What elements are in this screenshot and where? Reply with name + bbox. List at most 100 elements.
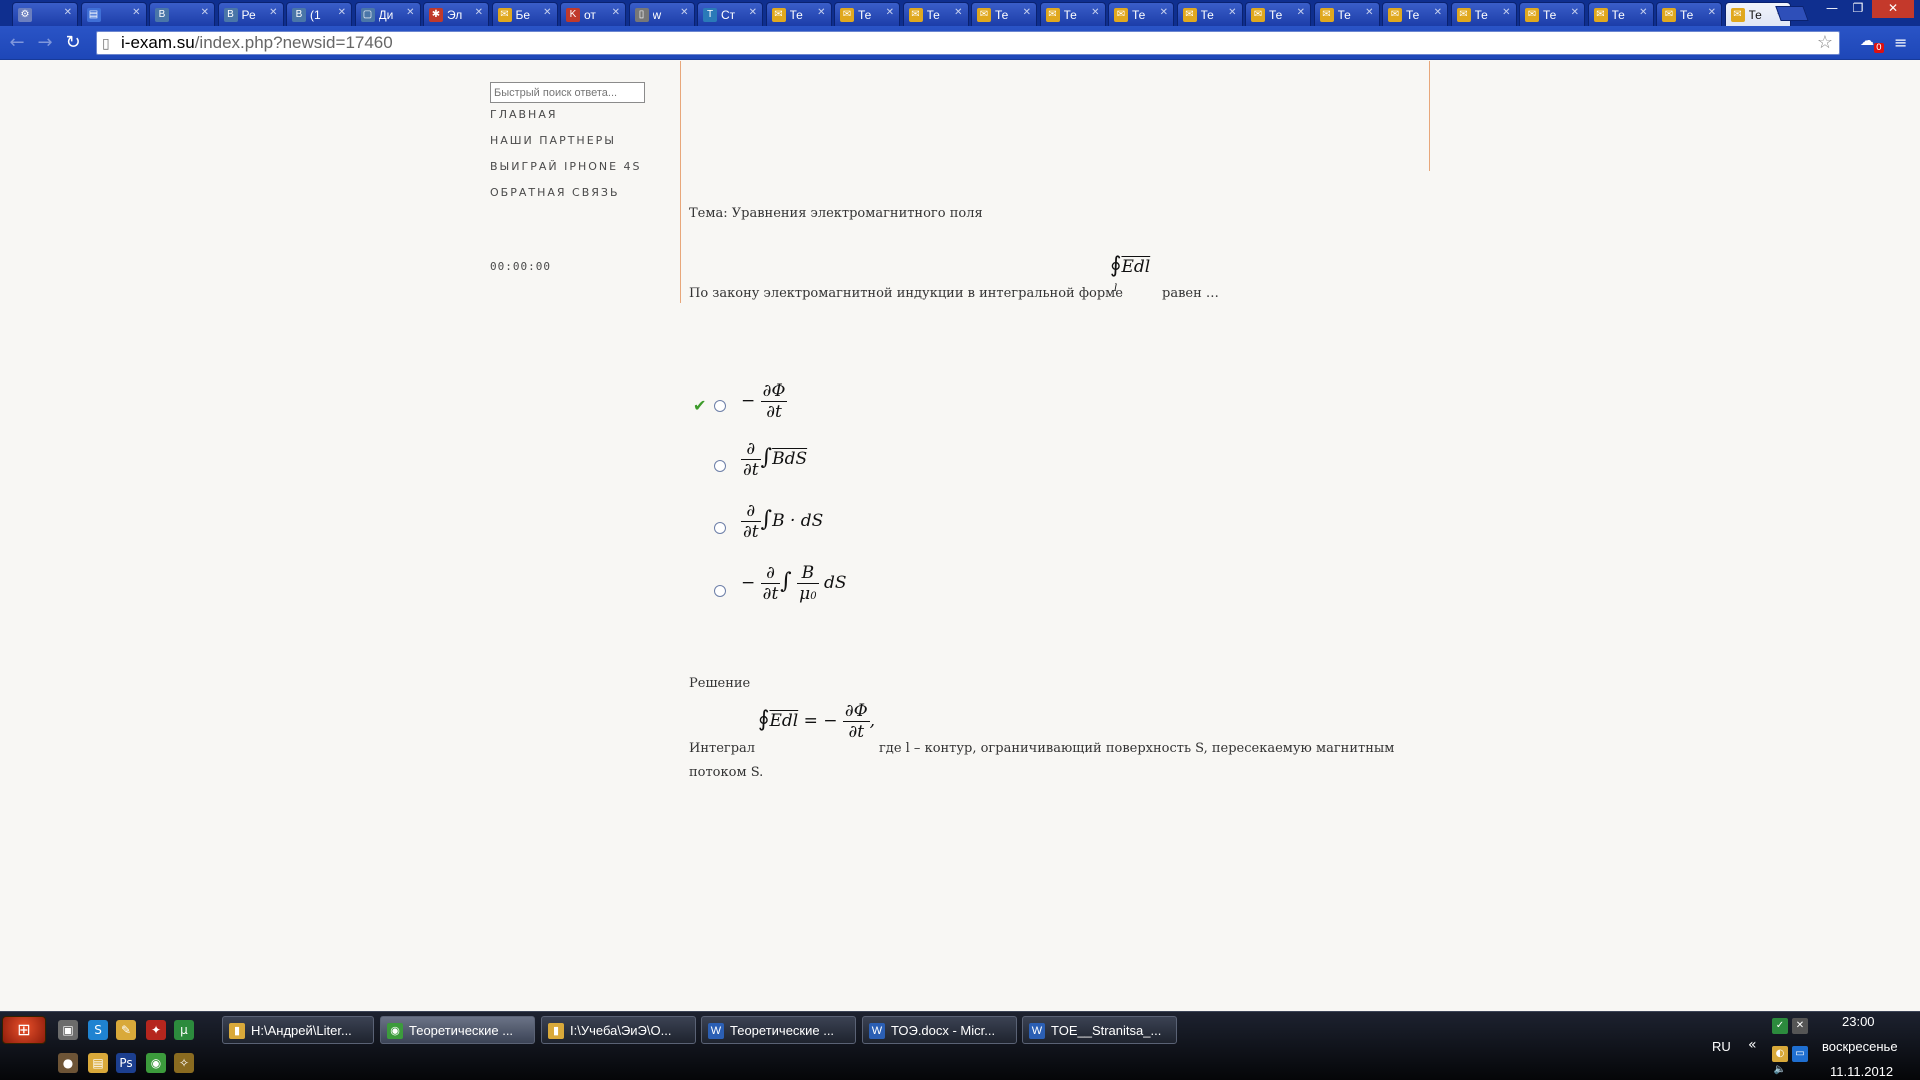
browser-tab[interactable]: ✉Те✕ (1382, 2, 1448, 26)
task-button-5[interactable]: W ТОЭ.docx - Micr... (862, 1016, 1017, 1044)
tab-close-icon[interactable]: ✕ (1571, 7, 1579, 18)
tray-tools-icon[interactable]: ✕ (1792, 1018, 1808, 1034)
close-window-icon[interactable]: ✕ (1872, 0, 1914, 18)
language-indicator[interactable]: RU (1712, 1039, 1731, 1054)
browser-tab[interactable]: ✉Те✕ (1656, 2, 1722, 26)
tab-close-icon[interactable]: ✕ (1708, 7, 1716, 18)
tab-close-icon[interactable]: ✕ (338, 7, 346, 18)
address-bar[interactable]: ▯ i-exam.su/index.php?newsid=17460 ☆ (96, 31, 1840, 55)
tab-close-icon[interactable]: ✕ (1023, 7, 1031, 18)
task-button-6[interactable]: W TOE__Stranitsa_... (1022, 1016, 1177, 1044)
tab-close-icon[interactable]: ✕ (269, 7, 277, 18)
browser-tab[interactable]: ✉ Бе ✕ (491, 2, 558, 26)
browser-tab[interactable]: ✉Те✕ (765, 2, 832, 26)
tab-close-icon[interactable]: ✕ (680, 7, 688, 18)
browser-tab[interactable]: B ✕ (149, 2, 215, 26)
tab-close-icon[interactable]: ✕ (749, 7, 757, 18)
tab-close-icon[interactable]: ✕ (612, 7, 620, 18)
browser-tab[interactable]: ✉Те✕ (971, 2, 1037, 26)
fraction-numerator: ∂ (741, 501, 761, 522)
answer-radio-2[interactable] (714, 460, 726, 472)
browser-tab[interactable]: Kот ✕ (560, 2, 626, 26)
notes-icon[interactable]: ✎ (116, 1020, 136, 1040)
bookmark-star-icon[interactable]: ☆ (1817, 32, 1833, 53)
browser-tab[interactable]: ✉Те✕ (1450, 2, 1517, 26)
explorer-icon[interactable]: ▤ (88, 1053, 108, 1073)
nav-link-iphone[interactable]: ВЫИГРАЙ IPHONE 4S (490, 160, 642, 173)
tray-check-icon[interactable]: ✓ (1772, 1018, 1788, 1034)
tab-close-icon[interactable]: ✕ (475, 7, 483, 18)
browser-tab[interactable]: ✉Те✕ (1587, 2, 1654, 26)
clock-day[interactable]: воскресенье (1822, 1039, 1898, 1054)
browser-tab[interactable]: B Ре ✕ (217, 2, 284, 26)
tab-close-icon[interactable]: ✕ (1434, 7, 1442, 18)
menu-icon[interactable]: ≡ (1894, 33, 1907, 52)
fraction-denominator: ∂t (766, 402, 782, 422)
start-button[interactable]: ⊞ (2, 1016, 46, 1044)
app-icon[interactable]: ✧ (174, 1053, 194, 1073)
volume-icon[interactable]: 🔈 (1772, 1062, 1788, 1078)
browser-tab[interactable]: ✉Те✕ (1245, 2, 1311, 26)
quick-search-input[interactable] (490, 82, 645, 103)
tray-network-icon[interactable]: ◐ (1772, 1046, 1788, 1062)
computer-icon[interactable]: ▣ (58, 1020, 78, 1040)
browser-tab[interactable]: ▢ Ди ✕ (354, 2, 421, 26)
tab-close-icon[interactable]: ✕ (406, 7, 414, 18)
task-button-1[interactable]: ▮ H:\Андрей\Liter... (222, 1016, 374, 1044)
tab-close-icon[interactable]: ✕ (543, 7, 551, 18)
forward-icon[interactable]: → (34, 32, 56, 54)
answer-radio-4[interactable] (714, 585, 726, 597)
browser-tab[interactable]: ✉Те✕ (1313, 2, 1380, 26)
tab-close-icon[interactable]: ✕ (201, 7, 209, 18)
reload-icon[interactable]: ↻ (62, 32, 84, 54)
tab-close-icon[interactable]: ✕ (64, 7, 72, 18)
browser-tab[interactable]: ✉Те✕ (1108, 2, 1174, 26)
tab-close-icon[interactable]: ✕ (1228, 7, 1236, 18)
browser-tab[interactable]: B (1 ✕ (286, 2, 352, 26)
tray-display-icon[interactable]: ▭ (1792, 1046, 1808, 1062)
task-button-2[interactable]: ◉ Теоретические ... (380, 1016, 535, 1044)
browser-tab[interactable]: ▯ w ✕ (628, 2, 695, 26)
minimize-icon[interactable]: — (1820, 0, 1844, 18)
tab-close-icon[interactable]: ✕ (1639, 7, 1647, 18)
show-hidden-icons-arrow[interactable]: « (1748, 1037, 1757, 1053)
tab-close-icon[interactable]: ✕ (954, 7, 962, 18)
tab-close-icon[interactable]: ✕ (1502, 7, 1510, 18)
tab-close-icon[interactable]: ✕ (886, 7, 894, 18)
clock-date[interactable]: 11.11.2012 (1830, 1064, 1893, 1079)
photoshop-icon[interactable]: Ps (116, 1053, 136, 1073)
utorrent-icon[interactable]: μ (174, 1020, 194, 1040)
browser-tab[interactable]: ✉Те✕ (834, 2, 900, 26)
extension-icon[interactable]: ☁ 0 (1860, 33, 1884, 53)
browser-tab[interactable]: ✱ Эл ✕ (423, 2, 489, 26)
chrome-icon[interactable]: ◉ (146, 1053, 166, 1073)
browser-tab[interactable]: ✉Те✕ (1176, 2, 1243, 26)
tab-close-icon[interactable]: ✕ (1091, 7, 1099, 18)
tab-close-icon[interactable]: ✕ (817, 7, 825, 18)
nav-link-partners[interactable]: НАШИ ПАРТНЕРЫ (490, 134, 616, 147)
tab-close-icon[interactable]: ✕ (132, 7, 140, 18)
browser-tab[interactable]: ⚙ ✕ (12, 2, 78, 26)
browser-tab[interactable]: ▤ ✕ (80, 2, 147, 26)
answer-radio-1[interactable] (714, 400, 726, 412)
skype-icon[interactable]: S (88, 1020, 108, 1040)
browser-tab[interactable]: ✉Те✕ (902, 2, 969, 26)
back-icon[interactable]: ← (6, 32, 28, 54)
firefox-icon[interactable]: ● (58, 1053, 78, 1073)
nav-link-feedback[interactable]: ОБРАТНАЯ СВЯЗЬ (490, 186, 620, 199)
answer-radio-3[interactable] (714, 522, 726, 534)
tab-close-icon[interactable]: ✕ (1365, 7, 1373, 18)
tab-close-icon[interactable]: ✕ (1160, 7, 1168, 18)
nav-link-home[interactable]: ГЛАВНАЯ (490, 108, 558, 121)
restore-icon[interactable]: ❐ (1846, 0, 1870, 18)
browser-tab[interactable]: ✉Те✕ (1519, 2, 1585, 26)
task-button-3[interactable]: ▮ I:\Учеба\ЭиЭ\О... (541, 1016, 696, 1044)
new-tab-button[interactable] (1775, 6, 1809, 21)
acrobat-icon[interactable]: ✦ (146, 1020, 166, 1040)
browser-tab[interactable]: T Ст ✕ (697, 2, 763, 26)
tab-close-icon[interactable]: ✕ (1297, 7, 1305, 18)
task-button-4[interactable]: W Теоретические ... (701, 1016, 856, 1044)
browser-tab[interactable]: ✉Те✕ (1039, 2, 1106, 26)
fraction-denominator: ∂t (743, 522, 759, 542)
clock-time[interactable]: 23:00 (1842, 1014, 1875, 1029)
